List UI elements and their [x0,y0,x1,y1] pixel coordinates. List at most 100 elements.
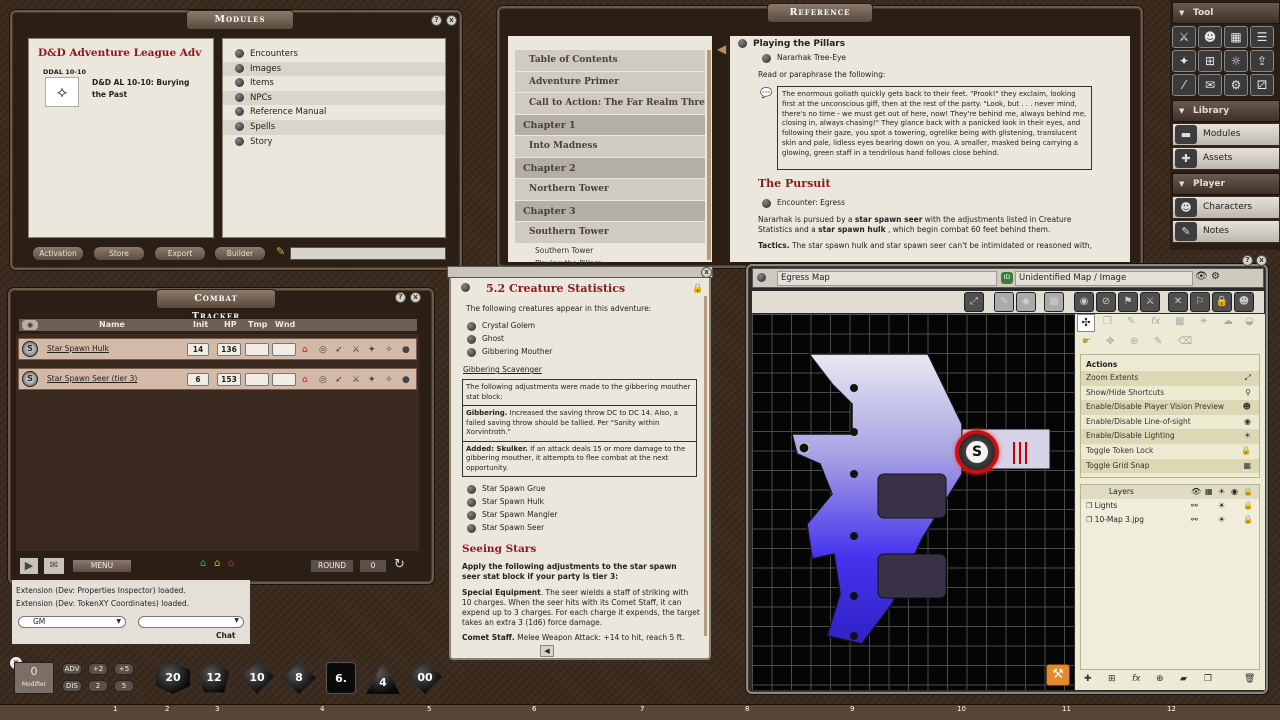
effects-tool-icon[interactable]: ✦ [1172,50,1196,72]
visibility-toggle-icon[interactable]: ◉ [22,320,38,330]
action-zoom-extents[interactable]: Zoom Extents⤢ [1081,371,1259,386]
vision-icon[interactable]: ⊘ [1096,292,1116,312]
zoom-extents-icon[interactable]: ⤢ [964,292,984,312]
action-line-of-sight[interactable]: Enable/Disable Line-of-sight◉ [1081,415,1259,430]
story-scrollbar[interactable] [704,296,707,636]
eye-icon[interactable]: ◉ [1074,292,1094,312]
scroll-tool-icon[interactable]: ✉ [1198,74,1222,96]
init-field[interactable]: 6 [187,373,209,386]
star-spawn-link[interactable]: Star Spawn Hulk [467,497,544,507]
move-subtab-icon[interactable]: ✥ [1106,336,1114,347]
wnd-field[interactable] [272,373,296,386]
folder-icon[interactable]: ▰ [1180,674,1187,684]
attack-icon[interactable]: ⚔ [352,345,360,355]
toc-call-to-action[interactable]: Call to Action: The Far Realm Threat [515,93,705,115]
pointer-icon[interactable]: ⚐ [1190,292,1210,312]
sidebar-characters-button[interactable]: ☻Characters [1172,196,1280,219]
lighting-tool-icon[interactable]: ☼ [1224,50,1248,72]
layers-tab-icon[interactable]: ❒ [1103,316,1112,327]
target-icon[interactable]: ◎ [319,345,327,355]
action-token-lock[interactable]: Toggle Token Lock🔒 [1081,444,1259,459]
lock-icon[interactable]: 🔒 [692,284,703,294]
module-item-items[interactable]: Items [223,76,445,91]
hotkey-label[interactable]: 10 [957,705,966,713]
sidebar-notes-button[interactable]: ✎Notes [1172,220,1280,243]
map-tool-icon[interactable]: ⚒ [1046,664,1070,686]
export-button[interactable]: Export [154,246,206,261]
library-section-header[interactable]: ▼Library [1172,100,1280,122]
story-close-button[interactable]: x [701,267,712,278]
module-item-spells[interactable]: Spells [223,120,445,135]
toc-scrollbar[interactable] [707,50,711,260]
layer-view-icon[interactable]: ◉ [1231,485,1238,499]
map-help-button[interactable]: ? [1242,255,1253,266]
targeting-icon[interactable]: ➶ [335,345,343,355]
lock-icon[interactable]: 🔒 [1243,485,1253,499]
calendar-tool-icon[interactable]: ▦ [1224,26,1248,48]
add-layer-icon[interactable]: ⊞ [1108,674,1116,684]
light-tab-icon[interactable]: ☀ [1199,316,1208,327]
layer-link-icon[interactable]: ⚯ [1191,513,1198,527]
faction-foe-icon[interactable]: ⌂ [228,558,234,569]
creature-link[interactable]: Crystal Golem [467,321,535,331]
hotkey-label[interactable]: 2 [165,705,169,713]
layer-row[interactable]: ❒ 10-Map 3.jpg ⚯ ☀ 🔒 [1081,513,1259,527]
combatant-row[interactable]: S Star Spawn Hulk 14 136 ⌂ ◎ ➶ ⚔ ✦ ✧ ● [18,338,417,360]
lock-icon[interactable]: 🔒 [1243,499,1253,513]
d6-die[interactable]: 6. [326,662,356,694]
modules-filter-input[interactable] [290,247,446,260]
combatant-name[interactable]: Star Spawn Hulk [47,344,109,353]
toc-chapter-1[interactable]: Chapter 1 [515,115,705,137]
modules-close-button[interactable]: x [446,15,457,26]
layer-row[interactable]: ❒ Lights ⚯ ☀ 🔒 [1081,499,1259,513]
settings-tool-icon[interactable]: ⚙ [1224,74,1248,96]
round-value[interactable]: 0 [359,559,387,573]
modules-help-button[interactable]: ? [431,15,442,26]
map-bullet-icon[interactable] [757,273,772,283]
pointer-subtab-icon[interactable]: ☛ [1082,336,1091,347]
module-item-reference-manual[interactable]: Reference Manual [223,105,445,120]
sun-icon[interactable]: ☀ [1218,513,1225,527]
hotkey-label[interactable]: 3 [215,705,219,713]
d100-die[interactable]: 00 [408,662,442,694]
builder-button[interactable]: Builder [214,246,266,261]
hotkey-label[interactable]: 6 [532,705,536,713]
identified-toggle-icon[interactable]: ID [1001,272,1013,284]
map-name-field[interactable]: Egress Map [777,271,997,286]
module-item-encounters[interactable]: Encounters [223,47,445,62]
npc-link[interactable]: Nararhak Tree-Eye [762,53,846,63]
modifier-box[interactable]: 0 Modifier [14,662,54,694]
story-header-icon[interactable] [461,283,476,293]
combatant-name[interactable]: Star Spawn Seer (tier 3) [47,374,137,383]
grid-icon[interactable]: ▦ [1205,485,1213,499]
creature-link[interactable]: Gibbering Mouther [467,347,552,357]
spells-icon[interactable]: ✦ [368,345,376,355]
encounter-link[interactable]: Encounter: Egress [762,198,845,208]
toc-southern-tower[interactable]: Southern Tower [515,222,705,244]
target-icon[interactable]: ◎ [319,375,327,385]
effects-icon[interactable]: ✧ [385,345,393,355]
menu-button[interactable]: MENU [72,559,132,573]
eraser-subtab-icon[interactable]: ⌫ [1178,336,1192,347]
tmp-field[interactable] [245,343,269,356]
minus-5-button[interactable]: 5 [114,680,134,692]
refresh-icon[interactable]: ↻ [394,557,405,572]
tool-section-header[interactable]: ▼Tool [1172,2,1280,24]
speech-icon[interactable]: 💬 [760,88,772,99]
effects-icon[interactable]: ✧ [385,375,393,385]
weather-tab-icon[interactable]: ☁ [1223,316,1233,327]
flag-icon[interactable]: ⚑ [1118,292,1138,312]
tmp-field[interactable] [245,373,269,386]
star-spawn-link[interactable]: Star Spawn Seer [467,523,544,533]
visibility-icon[interactable]: 👁 [1191,485,1201,499]
star-spawn-token[interactable]: S [955,430,999,474]
export-tool-icon[interactable]: ⇪ [1250,50,1274,72]
d10-die[interactable]: 10 [240,662,274,694]
attack-icon[interactable]: ⚔ [352,375,360,385]
hotkey-label[interactable]: 1 [113,705,117,713]
token-icon[interactable]: S [22,371,38,387]
targeting-tab-icon[interactable]: ✣ [1077,314,1095,332]
toc-into-madness[interactable]: Into Madness [515,136,705,158]
trash-icon[interactable]: 🗑 [1244,674,1255,684]
pen-subtab-icon[interactable]: ✎ [1154,336,1162,347]
